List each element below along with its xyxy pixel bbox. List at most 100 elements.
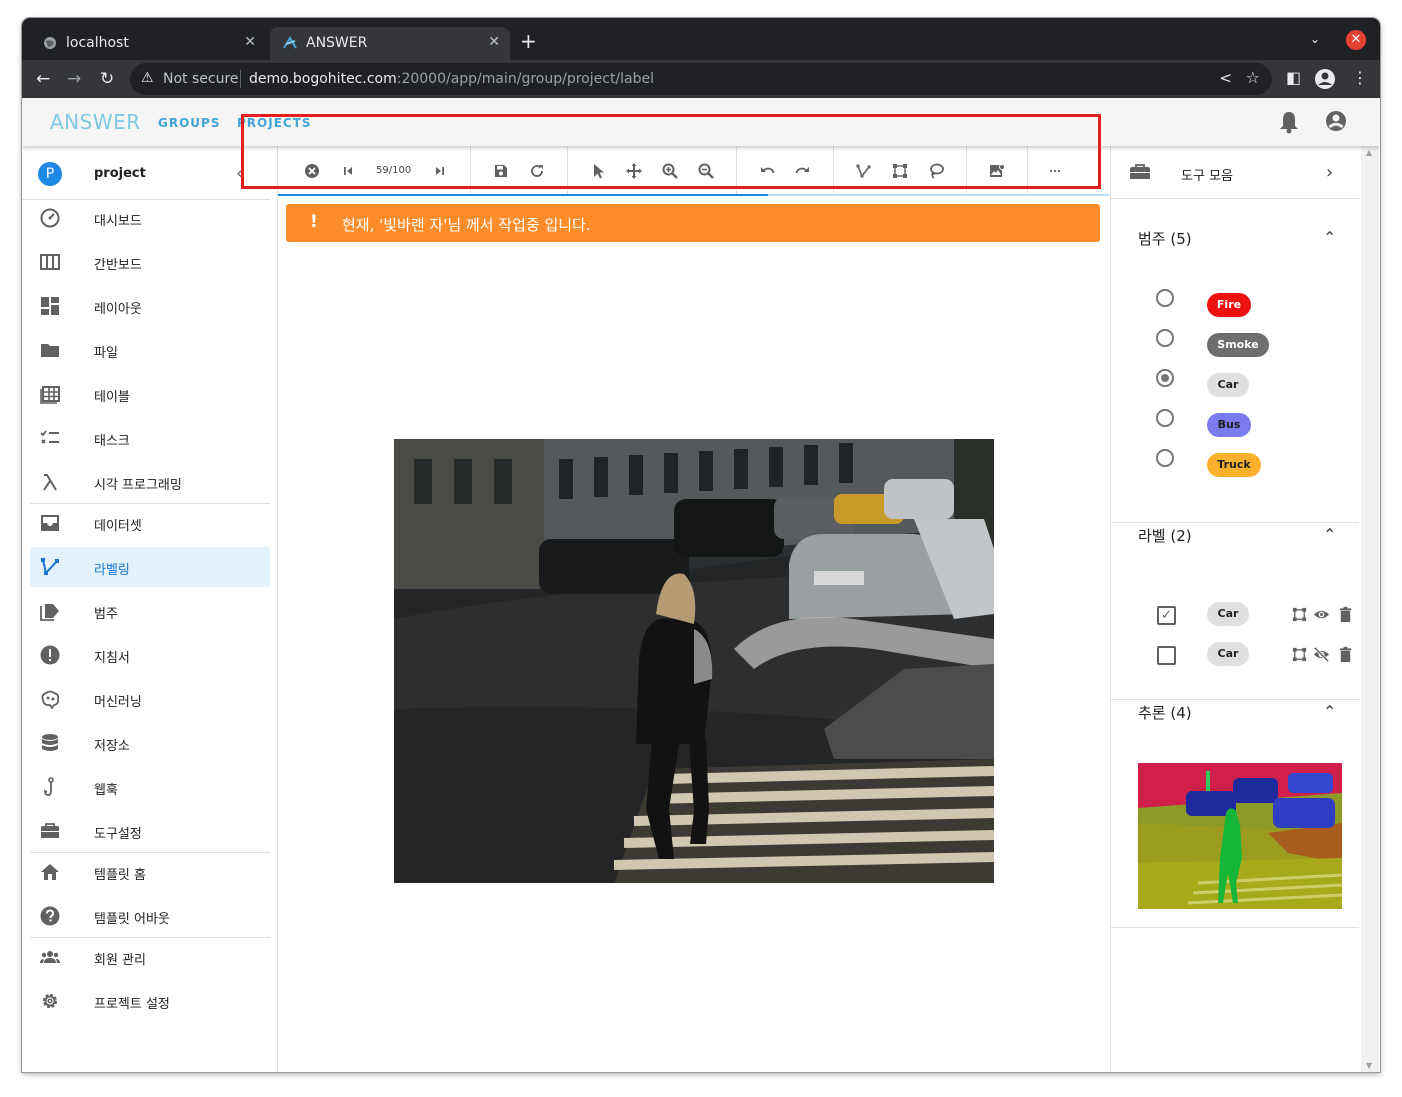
category-radio-smoke[interactable] [1156, 329, 1174, 347]
sidebar-item-storage[interactable]: 저장소 [30, 723, 270, 763]
label-chip-2[interactable]: Car [1207, 642, 1249, 666]
sidebar-item-labeling[interactable]: 라벨링 [30, 547, 270, 587]
sidebar-item-kanban[interactable]: 간반보드 [30, 242, 270, 282]
table-icon [40, 386, 60, 404]
close-icon[interactable]: ✕ [488, 34, 500, 50]
sidebar-item-dataset[interactable]: 데이터셋 [30, 503, 270, 543]
category-radio-car[interactable] [1156, 369, 1174, 387]
forward-icon[interactable]: → [67, 69, 81, 89]
sidebar-item-layout[interactable]: 레이아웃 [30, 286, 270, 326]
sidebar-item-category[interactable]: 범주 [30, 591, 270, 631]
address-bar[interactable]: ⚠ Not secure demo.bogohitec.com:20000/ap… [130, 63, 1272, 95]
sidebar-item-label: 도구설정 [94, 827, 142, 842]
scrollbar[interactable]: ▲ ▼ [1361, 146, 1379, 1072]
highlight-box [241, 114, 1101, 189]
chevron-up-icon[interactable]: ⌃ [1323, 525, 1336, 544]
reload-icon[interactable]: ↻ [100, 69, 114, 89]
progress-bar-fill [278, 194, 769, 196]
inference-title: 추론 (4) [1138, 704, 1192, 722]
sidebar-item-label: 템플릿 홈 [94, 868, 146, 883]
toolbox-icon [1130, 164, 1150, 179]
category-chip-car[interactable]: Car [1207, 373, 1249, 397]
category-chip-bus[interactable]: Bus [1207, 413, 1251, 437]
nav-groups[interactable]: GROUPS [158, 116, 220, 130]
category-radio-truck[interactable] [1156, 449, 1174, 467]
scroll-up-icon[interactable]: ▲ [1366, 148, 1372, 157]
sidebar-item-table[interactable]: 테이블 [30, 374, 270, 414]
share-icon[interactable]: < [1219, 69, 1232, 87]
trash-icon[interactable] [1337, 646, 1354, 663]
category-radio-bus[interactable] [1156, 409, 1174, 427]
trash-icon[interactable] [1337, 606, 1354, 623]
sidebar-item-ml[interactable]: 머신러닝 [30, 679, 270, 719]
star-icon[interactable]: ☆ [1246, 68, 1260, 87]
browser-toolbar: ← → ↻ ⚠ Not secure demo.bogohitec.com:20… [22, 60, 1380, 98]
sidebar-item-task[interactable]: 태스크 [30, 418, 270, 458]
kanban-icon [40, 254, 60, 270]
sidebar-item-label: 레이아웃 [94, 302, 142, 317]
sidebar-item-template-about[interactable]: 템플릿 어바웃 [30, 896, 270, 936]
lambda-icon [43, 474, 57, 491]
work-in-progress-banner: ! 현재, '빛바랜 자'님 께서 작업중 입니다. [286, 204, 1100, 242]
sidebar-item-members[interactable]: 회원 관리 [30, 937, 270, 977]
category-radio-fire[interactable] [1156, 289, 1174, 307]
sidepanel-icon[interactable]: ◧ [1286, 68, 1301, 87]
category-chip-smoke[interactable]: Smoke [1207, 333, 1269, 357]
account-icon[interactable] [1325, 110, 1347, 132]
chevron-up-icon[interactable]: ⌃ [1323, 228, 1336, 247]
back-icon[interactable]: ← [36, 69, 50, 89]
sidebar-item-label: 템플릿 어바웃 [94, 912, 170, 927]
divider [1111, 522, 1359, 523]
brain-icon [41, 690, 60, 709]
tab-localhost[interactable]: localhost ✕ [30, 27, 266, 60]
label-chip-1[interactable]: Car [1207, 602, 1249, 626]
new-tab-button[interactable]: + [520, 31, 537, 51]
polyline-icon [41, 558, 59, 576]
labels-title: 라벨 (2) [1138, 527, 1192, 545]
sidebar-item-guide[interactable]: 지침서 [30, 635, 270, 675]
label-checkbox-1[interactable]: ✓ [1157, 606, 1176, 625]
sidebar-item-dashboard[interactable]: 대시보드 [30, 198, 270, 238]
info-icon [40, 645, 60, 665]
dashboard-icon [40, 208, 60, 228]
progress-bar [278, 194, 1109, 196]
inference-thumbnail[interactable] [1138, 763, 1342, 909]
sidebar-item-label: 회원 관리 [94, 953, 146, 968]
sidebar-item-visual-programming[interactable]: 시각 프로그래밍 [30, 462, 270, 502]
categories-title: 범주 (5) [1138, 230, 1192, 248]
sidebar-item-label: 프로젝트 설정 [94, 997, 170, 1012]
scroll-down-icon[interactable]: ▼ [1366, 1061, 1372, 1070]
bbox-icon[interactable] [1291, 606, 1308, 623]
labeling-workspace: 59/100 ! 현재, '빛바랜 자'님 께서 작업중 입니다. [278, 146, 1109, 1072]
sidebar-item-label: 간반보드 [94, 258, 142, 273]
brand-logo[interactable]: ANSWER [50, 110, 141, 134]
tool-panel-header: 도구 모음 › [1111, 146, 1359, 199]
url-host: demo.bogohitec.com [249, 71, 397, 87]
eye-off-icon[interactable] [1313, 646, 1330, 663]
eye-icon[interactable] [1313, 606, 1330, 623]
security-label: Not secure [163, 71, 239, 87]
window-close-button[interactable]: ✕ [1346, 30, 1366, 50]
menu-icon[interactable]: ⋮ [1352, 68, 1368, 87]
bell-icon[interactable] [1278, 110, 1300, 134]
toolbox-icon [41, 823, 59, 838]
labeling-image[interactable] [394, 439, 994, 883]
tab-answer[interactable]: ANSWER ✕ [270, 27, 510, 60]
banner-text: 현재, '빛바랜 자'님 께서 작업중 입니다. [342, 216, 591, 234]
sidebar-item-tool-settings[interactable]: 도구설정 [30, 811, 270, 851]
bbox-icon[interactable] [1291, 646, 1308, 663]
chevron-up-icon[interactable]: ⌃ [1323, 702, 1336, 721]
chevron-down-icon[interactable]: ⌄ [1310, 32, 1320, 46]
chevron-right-icon[interactable]: › [1326, 162, 1333, 183]
task-icon [40, 430, 59, 444]
sidebar-item-project-settings[interactable]: 프로젝트 설정 [30, 981, 270, 1021]
label-checkbox-2[interactable] [1157, 646, 1176, 665]
sidebar-item-label: 지침서 [94, 651, 130, 666]
sidebar-item-webhook[interactable]: 웹훅 [30, 767, 270, 807]
sidebar-item-file[interactable]: 파일 [30, 330, 270, 370]
category-chip-truck[interactable]: Truck [1207, 453, 1261, 477]
category-chip-fire[interactable]: Fire [1207, 293, 1251, 317]
sidebar-item-template-home[interactable]: 템플릿 홈 [30, 852, 270, 892]
profile-icon[interactable] [1314, 68, 1336, 90]
close-icon[interactable]: ✕ [244, 34, 256, 50]
